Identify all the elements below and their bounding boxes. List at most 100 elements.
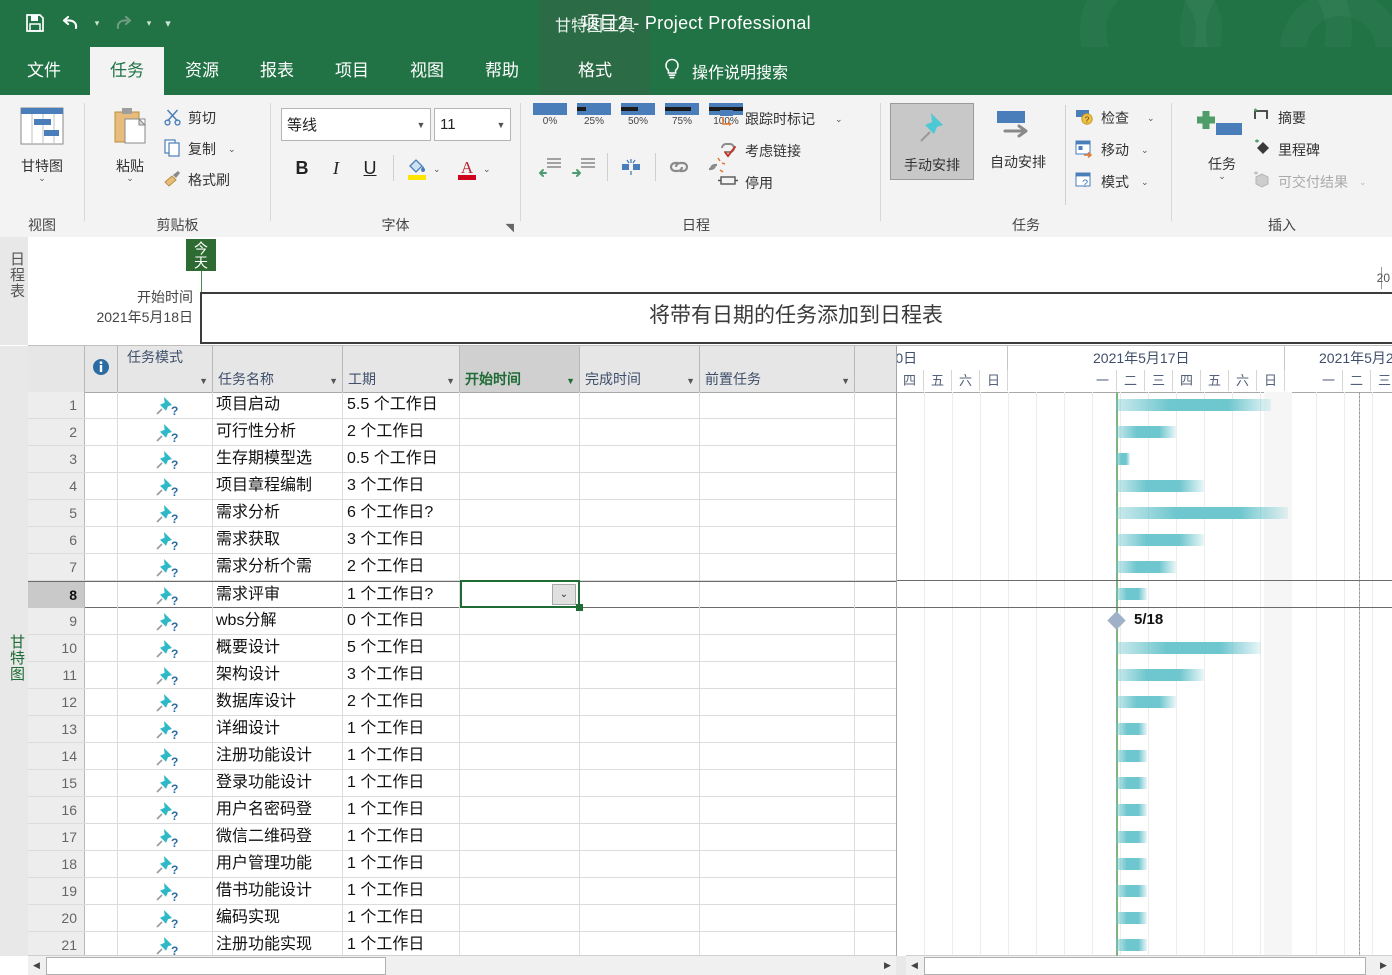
chevron-down-icon[interactable]: ⌄ [228, 145, 236, 154]
tab-format[interactable]: 格式 [540, 47, 650, 95]
cell-finish[interactable] [580, 527, 700, 553]
table-row[interactable]: 13? 详细设计 1 个工作日 [28, 716, 896, 743]
cell-task-name[interactable]: 架构设计 [213, 662, 343, 688]
cell-info[interactable] [85, 878, 118, 904]
cell-predecessors[interactable] [700, 878, 855, 904]
row-number-cell[interactable]: 20 [28, 905, 85, 931]
cell-finish[interactable] [580, 905, 700, 931]
row-number-cell[interactable]: 8 [28, 582, 85, 608]
cell-task-name[interactable]: 用户管理功能 [213, 851, 343, 877]
gantt-bar[interactable] [1116, 750, 1147, 762]
cell-task-name[interactable]: 可行性分析 [213, 419, 343, 445]
auto-schedule-button[interactable]: 自动安排 [977, 107, 1059, 170]
table-row[interactable]: 18? 用户管理功能 1 个工作日 [28, 851, 896, 878]
row-number-cell[interactable]: 14 [28, 743, 85, 769]
tab-file[interactable]: 文件 [8, 47, 80, 95]
cell-duration[interactable]: 1 个工作日 [343, 743, 460, 769]
inspect-links-button[interactable]: 考虑链接 [717, 139, 801, 162]
cell-duration[interactable]: 1 个工作日? [343, 582, 460, 608]
chevron-down-icon[interactable]: ⌄ [1359, 177, 1367, 186]
cell-blank[interactable] [855, 797, 896, 823]
cell-duration[interactable]: 3 个工作日 [343, 662, 460, 688]
tab-view[interactable]: 视图 [393, 47, 461, 95]
cell-finish[interactable] [580, 797, 700, 823]
chevron-down-icon[interactable]: ⌄ [1147, 114, 1155, 123]
filter-arrow-icon[interactable]: ▼ [686, 376, 695, 386]
fill-color-button[interactable] [403, 153, 431, 183]
timeline-side-tab[interactable]: 日程表 [0, 237, 29, 345]
table-row[interactable]: 16? 用户名密码登 1 个工作日 [28, 797, 896, 824]
cell-task-mode[interactable]: ? [118, 770, 213, 796]
cell-info[interactable] [85, 527, 118, 553]
cell-task-mode[interactable]: ? [118, 446, 213, 472]
cell-predecessors[interactable] [700, 608, 855, 634]
tell-me-search[interactable]: 操作说明搜索 [662, 47, 788, 95]
table-row[interactable]: 6? 需求获取 3 个工作日 [28, 527, 896, 554]
cell-predecessors[interactable] [700, 527, 855, 553]
cell-blank[interactable] [855, 851, 896, 877]
cell-task-name[interactable]: 用户名密码登 [213, 797, 343, 823]
filter-arrow-icon[interactable]: ▼ [329, 376, 338, 386]
manual-schedule-button[interactable]: 手动安排 [890, 103, 974, 180]
font-color-button[interactable]: A [453, 153, 481, 183]
gantt-bar[interactable] [1116, 939, 1147, 951]
gantt-chart-button[interactable]: 甘特图 ⌄ [14, 105, 70, 182]
column-header-predecessors[interactable]: 前置任务 ▼ [700, 346, 855, 392]
percent-complete-50-button[interactable]: 50% [621, 103, 655, 127]
cell-task-mode[interactable]: ? [118, 743, 213, 769]
deliverable-button[interactable]: 可交付结果 ⌄ [1252, 171, 1367, 192]
inactivate-button[interactable]: 停用 [717, 171, 773, 194]
cell-start[interactable] [460, 716, 580, 742]
cell-duration[interactable]: 1 个工作日 [343, 716, 460, 742]
percent-complete-25-button[interactable]: 25% [577, 103, 611, 127]
row-number-cell[interactable]: 16 [28, 797, 85, 823]
cell-task-mode[interactable]: ? [118, 527, 213, 553]
column-header-mode[interactable]: 任务模式 ▼ [118, 346, 213, 392]
table-row[interactable]: 19? 借书功能设计 1 个工作日 [28, 878, 896, 905]
selected-cell[interactable]: ⌄ [460, 580, 580, 608]
cell-start[interactable] [460, 851, 580, 877]
row-number-cell[interactable]: 3 [28, 446, 85, 472]
paste-button[interactable]: 粘贴 ⌄ [101, 105, 159, 182]
gantt-bar[interactable] [1116, 804, 1147, 816]
table-row[interactable]: 1? 项目启动 5.5 个工作日 [28, 392, 896, 419]
column-header-duration[interactable]: 工期 ▼ [343, 346, 460, 392]
cell-task-name[interactable]: 登录功能设计 [213, 770, 343, 796]
cell-task-mode[interactable]: ? [118, 878, 213, 904]
cell-predecessors[interactable] [700, 473, 855, 499]
cell-blank[interactable] [855, 608, 896, 634]
row-number-cell[interactable]: 18 [28, 851, 85, 877]
row-number-cell[interactable]: 15 [28, 770, 85, 796]
cell-info[interactable] [85, 446, 118, 472]
cell-task-mode[interactable]: ? [118, 582, 213, 608]
font-name-combo[interactable]: 等线 ▼ [281, 108, 431, 141]
cell-start[interactable] [460, 905, 580, 931]
cell-predecessors[interactable] [700, 770, 855, 796]
chart-scroll-thumb[interactable] [924, 957, 1366, 975]
table-row[interactable]: 11? 架构设计 3 个工作日 [28, 662, 896, 689]
cell-duration[interactable]: 1 个工作日 [343, 878, 460, 904]
cell-task-mode[interactable]: ? [118, 500, 213, 526]
table-row[interactable]: 5? 需求分析 6 个工作日? [28, 500, 896, 527]
cell-duration[interactable]: 6 个工作日? [343, 500, 460, 526]
cell-info[interactable] [85, 582, 118, 608]
cell-duration[interactable]: 2 个工作日 [343, 554, 460, 580]
cell-finish[interactable] [580, 824, 700, 850]
table-row[interactable]: 15? 登录功能设计 1 个工作日 [28, 770, 896, 797]
cell-predecessors[interactable] [700, 905, 855, 931]
cell-start[interactable] [460, 419, 580, 445]
cell-predecessors[interactable] [700, 689, 855, 715]
row-number-cell[interactable]: 2 [28, 419, 85, 445]
cell-task-mode[interactable]: ? [118, 635, 213, 661]
gantt-bar[interactable] [1116, 588, 1147, 600]
cell-duration[interactable]: 1 个工作日 [343, 824, 460, 850]
gantt-bar[interactable] [1116, 642, 1261, 654]
cell-task-name[interactable]: wbs分解 [213, 608, 343, 634]
cell-finish[interactable] [580, 770, 700, 796]
scroll-left-arrow-icon[interactable]: ◀ [28, 956, 45, 975]
cell-blank[interactable] [855, 878, 896, 904]
cell-finish[interactable] [580, 689, 700, 715]
chart-horizontal-scrollbar[interactable]: ◀ ▶ [906, 955, 1392, 975]
cell-start[interactable] [460, 473, 580, 499]
gantt-bar[interactable] [1116, 561, 1176, 573]
